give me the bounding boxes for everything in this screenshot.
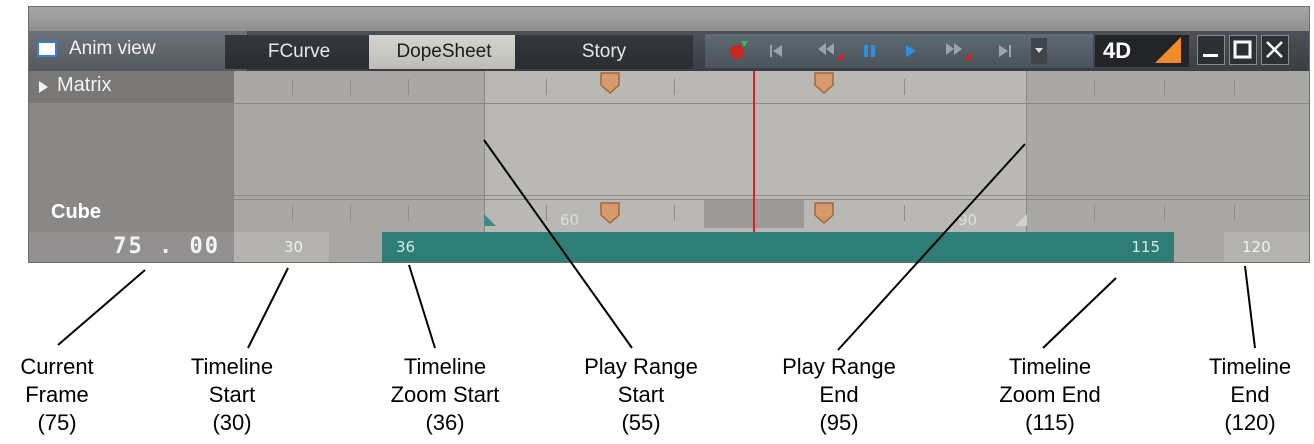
callout-text: (36) bbox=[425, 410, 465, 435]
callout-text: Frame bbox=[25, 382, 89, 407]
callout-text: (95) bbox=[819, 410, 859, 435]
callout-text: Current bbox=[20, 354, 94, 379]
callout-text: Zoom End bbox=[999, 382, 1101, 407]
callout-play-range-end: Play Range End (95) bbox=[764, 353, 914, 437]
callout-current-frame: Current Frame (75) bbox=[4, 353, 110, 437]
callout-play-range-start: Play Range Start (55) bbox=[566, 353, 716, 437]
callout-line bbox=[247, 267, 289, 349]
callout-text: (55) bbox=[621, 410, 661, 435]
callout-text: Zoom Start bbox=[390, 382, 500, 407]
callout-timeline-end: Timeline End (120) bbox=[1190, 353, 1310, 437]
callout-text: End bbox=[1230, 382, 1270, 407]
callout-text: Start bbox=[617, 382, 665, 407]
callout-text: Timeline bbox=[1008, 354, 1092, 379]
callout-text: Play Range bbox=[782, 354, 896, 379]
callout-timeline-zoom-start: Timeline Zoom Start (36) bbox=[370, 353, 520, 437]
callout-line bbox=[483, 139, 633, 349]
callout-line bbox=[1244, 265, 1256, 349]
callout-line bbox=[837, 143, 1026, 351]
callout-line bbox=[1042, 277, 1117, 349]
callout-line bbox=[408, 264, 436, 349]
callout-timeline-start: Timeline Start (30) bbox=[172, 353, 292, 437]
callout-text: (75) bbox=[37, 410, 77, 435]
callout-timeline-zoom-end: Timeline Zoom End (115) bbox=[975, 353, 1125, 437]
callout-text: Timeline bbox=[190, 354, 274, 379]
callout-text: End bbox=[819, 382, 859, 407]
callout-text: Timeline bbox=[403, 354, 487, 379]
callout-text: (30) bbox=[212, 410, 252, 435]
callout-text: Start bbox=[208, 382, 256, 407]
callout-text: Timeline bbox=[1208, 354, 1292, 379]
callout-text: (120) bbox=[1224, 410, 1276, 435]
callout-text: (115) bbox=[1025, 410, 1075, 435]
callout-line bbox=[57, 269, 146, 346]
callout-text: Play Range bbox=[584, 354, 698, 379]
